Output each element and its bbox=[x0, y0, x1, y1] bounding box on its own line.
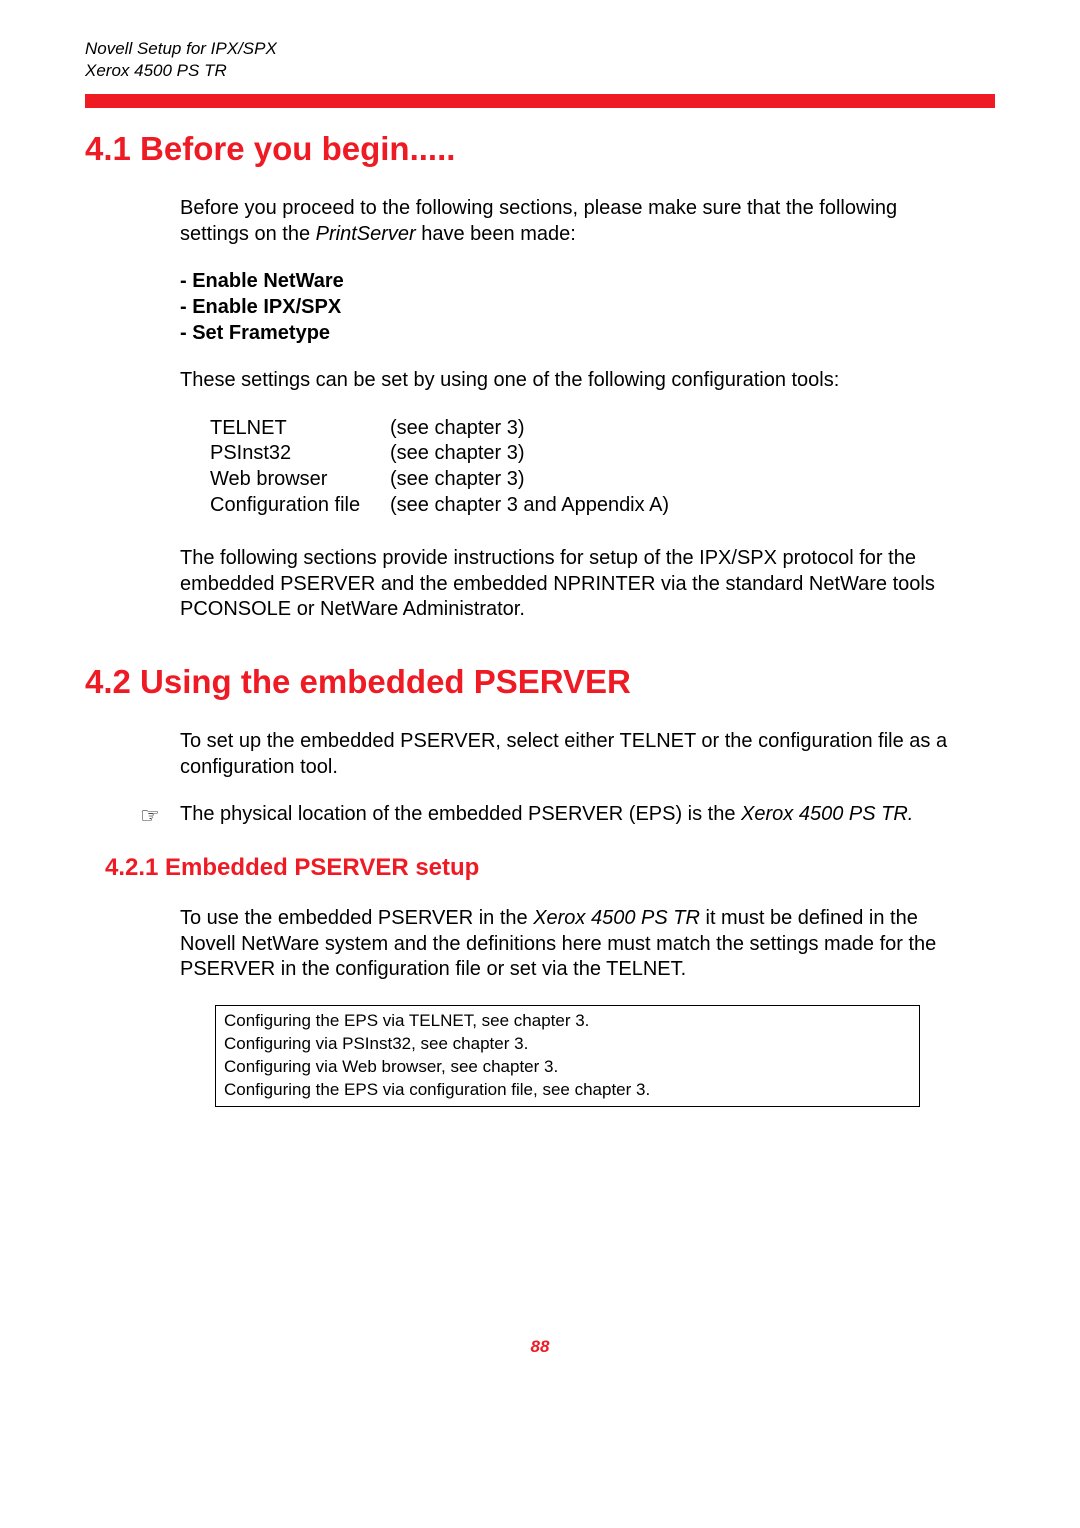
tool-ref: (see chapter 3) bbox=[390, 467, 965, 493]
tool-name: PSInst32 bbox=[210, 441, 390, 467]
tool-name: Configuration file bbox=[210, 493, 390, 519]
tools-table: TELNET (see chapter 3) PSInst32 (see cha… bbox=[210, 416, 965, 518]
section-4-2-body: To set up the embedded PSERVER, select e… bbox=[180, 729, 965, 780]
config-box-line: Configuring the EPS via TELNET, see chap… bbox=[224, 1010, 911, 1033]
section-4-2-1-body: To use the embedded PSERVER in the Xerox… bbox=[180, 906, 965, 983]
tool-ref: (see chapter 3) bbox=[390, 441, 965, 467]
tools-row: PSInst32 (see chapter 3) bbox=[210, 441, 965, 467]
pointing-hand-icon: ☞ bbox=[140, 802, 180, 830]
section-4-1-body: Before you proceed to the following sect… bbox=[180, 196, 965, 623]
note-em: Xerox 4500 PS TR bbox=[741, 803, 908, 825]
page: Novell Setup for IPX/SPX Xerox 4500 PS T… bbox=[0, 0, 1080, 1397]
running-header-line1: Novell Setup for IPX/SPX bbox=[85, 38, 995, 60]
section-4-1-title: 4.1 Before you begin..... bbox=[85, 130, 995, 168]
running-header-line2: Xerox 4500 PS TR bbox=[85, 60, 995, 82]
sec421-p: To use the embedded PSERVER in the Xerox… bbox=[180, 906, 965, 983]
config-box-line: Configuring via PSInst32, see chapter 3. bbox=[224, 1033, 911, 1056]
config-box-line: Configuring the EPS via configuration fi… bbox=[224, 1079, 911, 1102]
sec41-tools-intro: These settings can be set by using one o… bbox=[180, 368, 965, 394]
header-rule bbox=[85, 94, 995, 108]
sec41-intro-em: PrintServer bbox=[316, 223, 416, 245]
sec41-bullet-list: - Enable NetWare - Enable IPX/SPX - Set … bbox=[180, 269, 965, 346]
tool-ref: (see chapter 3 and Appendix A) bbox=[390, 493, 965, 519]
sec421-p-a: To use the embedded PSERVER in the bbox=[180, 907, 533, 929]
sec421-p-em: Xerox 4500 PS TR bbox=[533, 907, 700, 929]
config-box-line: Configuring via Web browser, see chapter… bbox=[224, 1056, 911, 1079]
tools-row: Configuration file (see chapter 3 and Ap… bbox=[210, 493, 965, 519]
tool-name: TELNET bbox=[210, 416, 390, 442]
sec41-intro-b: have been made: bbox=[416, 223, 576, 245]
tools-row: Web browser (see chapter 3) bbox=[210, 467, 965, 493]
page-number: 88 bbox=[85, 1337, 995, 1357]
bullet-enable-netware: - Enable NetWare bbox=[180, 269, 965, 295]
section-4-2-title: 4.2 Using the embedded PSERVER bbox=[85, 663, 995, 701]
sec41-closing: The following sections provide instructi… bbox=[180, 546, 965, 623]
tool-name: Web browser bbox=[210, 467, 390, 493]
sec41-intro: Before you proceed to the following sect… bbox=[180, 196, 965, 247]
config-box: Configuring the EPS via TELNET, see chap… bbox=[215, 1005, 920, 1107]
hand-note-text: The physical location of the embedded PS… bbox=[180, 802, 913, 830]
bullet-set-frametype: - Set Frametype bbox=[180, 321, 965, 347]
note-a: The physical location of the embedded PS… bbox=[180, 803, 741, 825]
tools-row: TELNET (see chapter 3) bbox=[210, 416, 965, 442]
tool-ref: (see chapter 3) bbox=[390, 416, 965, 442]
sec42-p1: To set up the embedded PSERVER, select e… bbox=[180, 729, 965, 780]
hand-note: ☞ The physical location of the embedded … bbox=[140, 802, 965, 830]
bullet-enable-ipxspx: - Enable IPX/SPX bbox=[180, 295, 965, 321]
section-4-2-1-title: 4.2.1 Embedded PSERVER setup bbox=[105, 854, 995, 882]
running-header: Novell Setup for IPX/SPX Xerox 4500 PS T… bbox=[85, 38, 995, 82]
note-b: . bbox=[908, 803, 914, 825]
